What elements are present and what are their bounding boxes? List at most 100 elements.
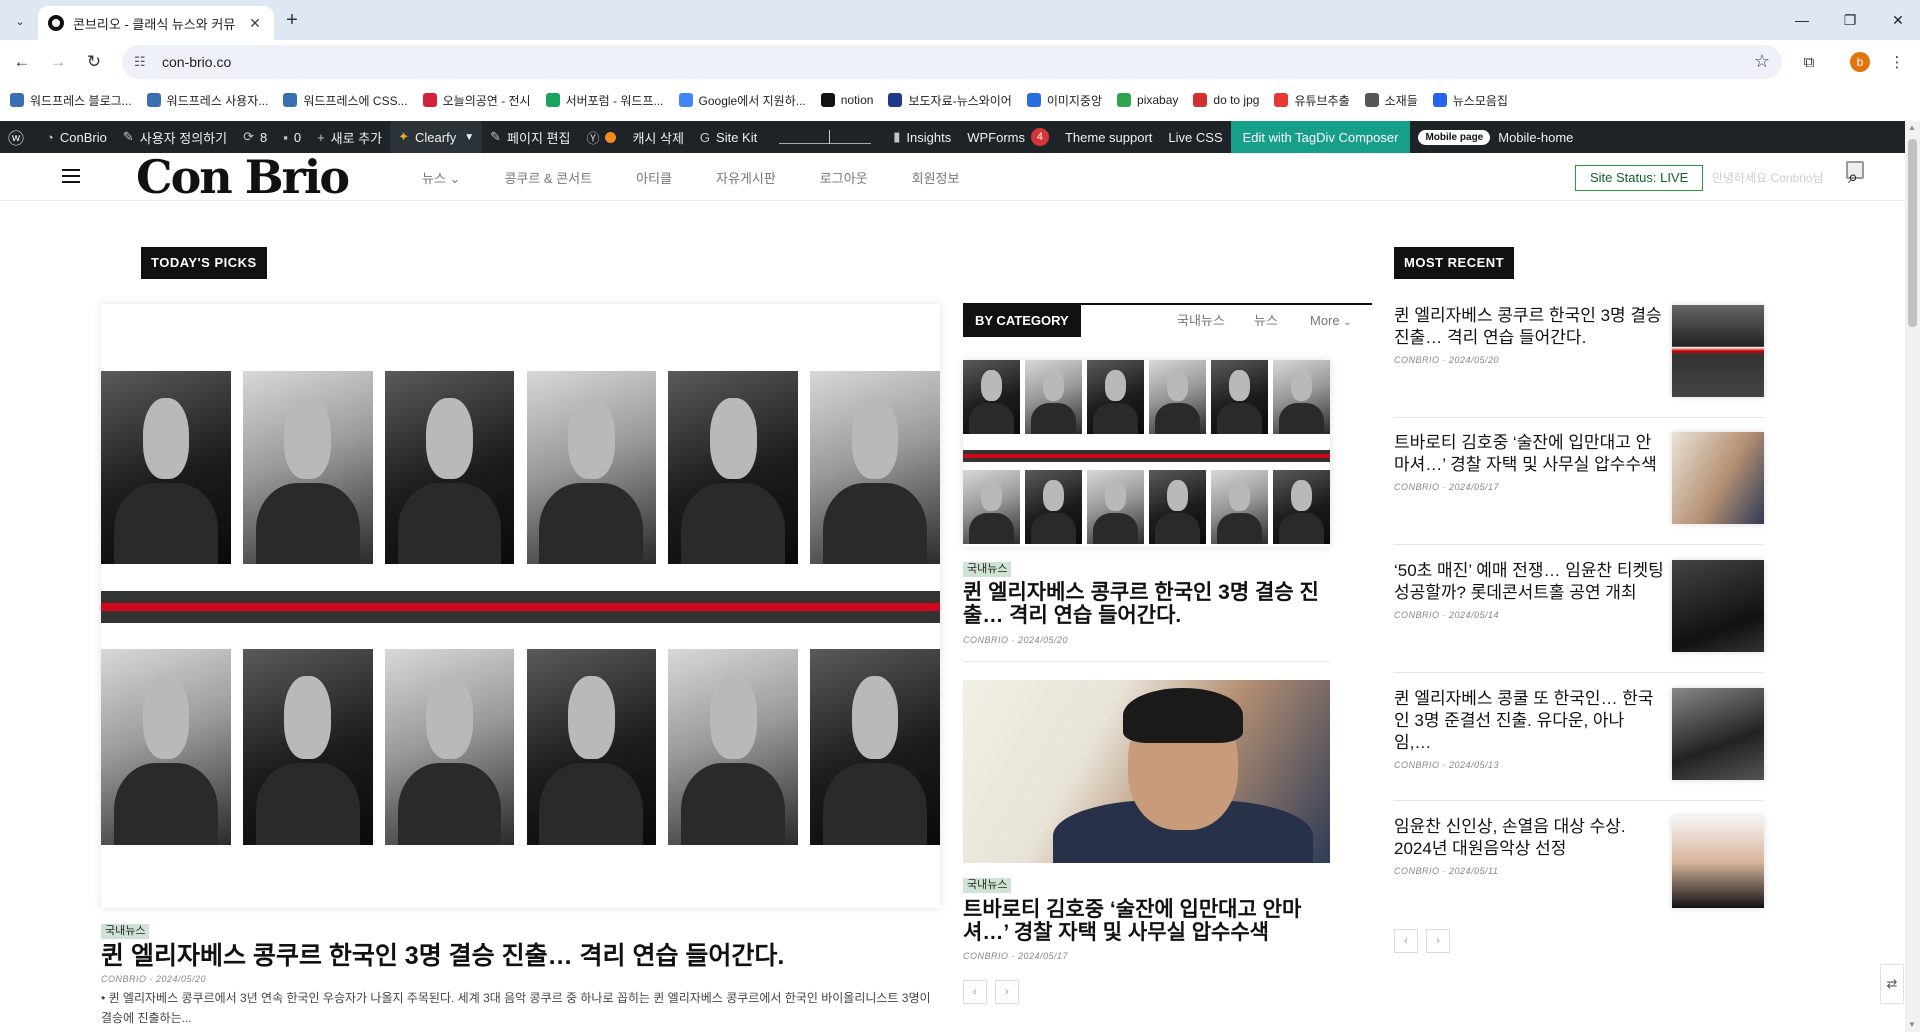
bookmark-item[interactable]: 유튜브추출 (1274, 92, 1350, 109)
admin-comments[interactable]: ▪ 0 (275, 121, 309, 153)
hamburger-menu-icon[interactable] (62, 169, 80, 183)
admin-tagdiv-composer[interactable]: Edit with TagDiv Composer (1230, 121, 1411, 153)
address-bar[interactable]: ☷ con-brio.co ☆ (122, 45, 1782, 79)
most-recent-thumbnail[interactable] (1672, 688, 1764, 780)
bookmark-label: 뉴스모음집 (1452, 93, 1508, 108)
bookmark-item[interactable]: 오늘의공연 - 전시 (422, 92, 531, 109)
bookmark-item[interactable]: do to jpg (1193, 93, 1259, 107)
admin-stats-sparkline[interactable] (765, 121, 885, 153)
admin-live-css[interactable]: Live CSS (1160, 121, 1230, 153)
nav-item[interactable]: 아티클 (636, 168, 672, 187)
bookmark-item[interactable]: 소재들 (1364, 92, 1418, 109)
tab-search-chevron-icon[interactable]: ⌄ (8, 9, 32, 33)
by-category-post-1-image[interactable] (963, 360, 1330, 547)
most-recent-title[interactable]: 퀸 엘리자베스 콩쿨 또 한국인… 한국인 3명 준결선 진출. 유다운, 아나… (1394, 688, 1664, 754)
admin-new[interactable]: + 새로 추가 (309, 121, 390, 153)
most-recent-thumbnail[interactable] (1672, 432, 1764, 524)
todays-picks-category-tag[interactable]: 국내뉴스 (101, 924, 150, 939)
most-recent-meta: CONBRIO · 2024/05/11 (1394, 866, 1499, 876)
nav-item[interactable]: 콩쿠르 & 콘서트 (504, 168, 592, 187)
bookmark-item[interactable]: Google에서 지원하... (678, 92, 806, 109)
most-recent-title[interactable]: ‘50초 매진’ 예매 전쟁… 임윤찬 티켓팅 성공할까? 롯데콘서트홀 공연 … (1394, 560, 1664, 604)
bookmark-item[interactable]: pixabay (1117, 93, 1178, 107)
bookmark-label: Google에서 지원하... (698, 93, 806, 108)
scroll-up-arrow-icon[interactable]: ▲ (1908, 123, 1916, 132)
forward-arrow-icon[interactable]: → (44, 48, 72, 76)
admin-clearfy[interactable]: ✦ Clearfy ▼ (390, 121, 483, 153)
nav-item[interactable]: 로그아웃 (820, 168, 868, 187)
nav-item[interactable]: 뉴스 ⌄ (422, 168, 460, 187)
most-recent-next-button[interactable]: › (1426, 929, 1450, 953)
back-arrow-icon[interactable]: ← (8, 48, 36, 76)
nav-item[interactable]: 자유게시판 (716, 168, 776, 187)
bookmark-item[interactable]: 워드프레스에 CSS... (283, 92, 408, 109)
profile-avatar[interactable]: b (1850, 52, 1870, 72)
site-info-icon[interactable]: ☷ (134, 54, 152, 70)
by-category-next-button[interactable]: › (995, 980, 1019, 1004)
bookmark-item[interactable]: notion (820, 93, 874, 107)
admin-wpforms[interactable]: WPForms 4 (959, 121, 1057, 153)
admin-mobile-page[interactable]: Mobile page Mobile-home (1410, 121, 1581, 153)
browser-tab-active[interactable]: 콘브리오 - 클래식 뉴스와 커뮤 ✕ (38, 6, 274, 40)
admin-theme-support[interactable]: Theme support (1057, 121, 1160, 153)
scrollbar-thumb[interactable] (1908, 139, 1917, 327)
bookmark-star-icon[interactable]: ☆ (1754, 51, 1770, 72)
bookmark-item[interactable]: 서버포럼 - 워드프... (545, 92, 664, 109)
admin-insights[interactable]: ▮ Insights (885, 121, 959, 153)
filter-more[interactable]: More ⌄ (1310, 305, 1352, 337)
todays-picks-featured-image[interactable] (101, 304, 940, 908)
by-category-prev-button[interactable]: ‹ (963, 980, 987, 1004)
by-category-post-2-image[interactable] (963, 680, 1330, 863)
search-icon[interactable]: ⌕ (1848, 167, 1858, 188)
admin-cache-delete[interactable]: 캐시 삭제 (624, 121, 691, 153)
filter-domestic-news[interactable]: 국내뉴스 (1177, 305, 1225, 337)
portrait-photo (668, 371, 799, 564)
page-scrollbar[interactable] (1905, 121, 1920, 1032)
google-g-icon: G (699, 129, 711, 145)
bookmark-label: 이미지중앙 (1046, 93, 1103, 108)
site-logo[interactable]: Con Brio (136, 153, 350, 201)
most-recent-thumbnail[interactable] (1672, 560, 1764, 652)
bookmark-item[interactable]: 이미지중앙 (1026, 92, 1103, 109)
portrait-photo (1211, 360, 1268, 434)
new-tab-plus-icon[interactable]: + (280, 9, 304, 33)
reload-icon[interactable]: ↻ (80, 48, 108, 76)
scroll-down-arrow-icon[interactable]: ▼ (1908, 1020, 1916, 1029)
filter-news[interactable]: 뉴스 (1254, 305, 1278, 337)
chevron-down-icon: ⌄ (1343, 317, 1352, 328)
nav-item[interactable]: 회원정보 (912, 168, 960, 187)
most-recent-title[interactable]: 임윤찬 신인상, 손열음 대상 수상. 2024년 대원음악상 선정 (1394, 816, 1664, 860)
most-recent-title[interactable]: 트바로티 김호중 ‘술잔에 입만대고 안마셔…’ 경찰 자택 및 사무실 압수수… (1394, 432, 1664, 476)
restore-icon[interactable]: ❐ (1828, 0, 1872, 40)
admin-customize[interactable]: ✎ 사용자 정의하기 (115, 121, 235, 153)
bookmark-label: notion (840, 93, 874, 107)
wordpress-logo-icon[interactable]: ⓦ (0, 121, 38, 153)
yoast-icon: Ⓨ (586, 130, 600, 146)
admin-site-kit[interactable]: G Site Kit (692, 121, 765, 153)
admin-updates[interactable]: ⟳ 8 (235, 121, 275, 153)
most-recent-meta: CONBRIO · 2024/05/13 (1394, 760, 1500, 770)
todays-picks-headline[interactable]: 퀸 엘리자베스 콩쿠르 한국인 3명 결승 진출… 격리 연습 들어간다. (101, 940, 951, 972)
browser-menu-icon[interactable]: ⋮ (1884, 49, 1910, 75)
by-category-post-1-tag[interactable]: 국내뉴스 (963, 562, 1012, 577)
most-recent-thumbnail[interactable] (1672, 305, 1764, 397)
by-category-post-2-tag[interactable]: 국내뉴스 (963, 878, 1012, 893)
extensions-puzzle-icon[interactable]: ⧉ (1796, 49, 1822, 75)
by-category-post-2-title[interactable]: 트바로티 김호중 ‘술잔에 입만대고 안마셔…’ 경찰 자택 및 사무실 압수수… (963, 898, 1333, 944)
most-recent-prev-button[interactable]: ‹ (1394, 929, 1418, 953)
window-close-icon[interactable]: ✕ (1876, 0, 1920, 40)
bookmark-item[interactable]: 뉴스모음집 (1432, 92, 1508, 109)
minimize-icon[interactable]: — (1780, 0, 1824, 40)
admin-edit-page[interactable]: ✎ 페이지 편집 (482, 121, 578, 153)
site-status-badge[interactable]: Site Status: LIVE (1575, 165, 1704, 191)
bookmark-item[interactable]: 워드프레스 블로그... (10, 92, 132, 109)
most-recent-title[interactable]: 퀸 엘리자베스 콩쿠르 한국인 3명 결승 진출… 격리 연습 들어간다. (1394, 305, 1664, 349)
admin-site-name[interactable]: ◔ ConBrio (38, 121, 115, 153)
admin-yoast[interactable]: Ⓨ (578, 121, 624, 153)
by-category-post-1-title[interactable]: 퀸 엘리자베스 콩쿠르 한국인 3명 결승 진출… 격리 연습 들어간다. (963, 581, 1333, 627)
most-recent-thumbnail[interactable] (1672, 816, 1764, 908)
floating-tool-icon[interactable]: ⇄ (1880, 964, 1904, 1004)
bookmark-item[interactable]: 워드프레스 사용자... (146, 92, 268, 109)
close-icon[interactable]: ✕ (246, 15, 264, 32)
bookmark-item[interactable]: 보도자료-뉴스와이어 (888, 92, 1012, 109)
